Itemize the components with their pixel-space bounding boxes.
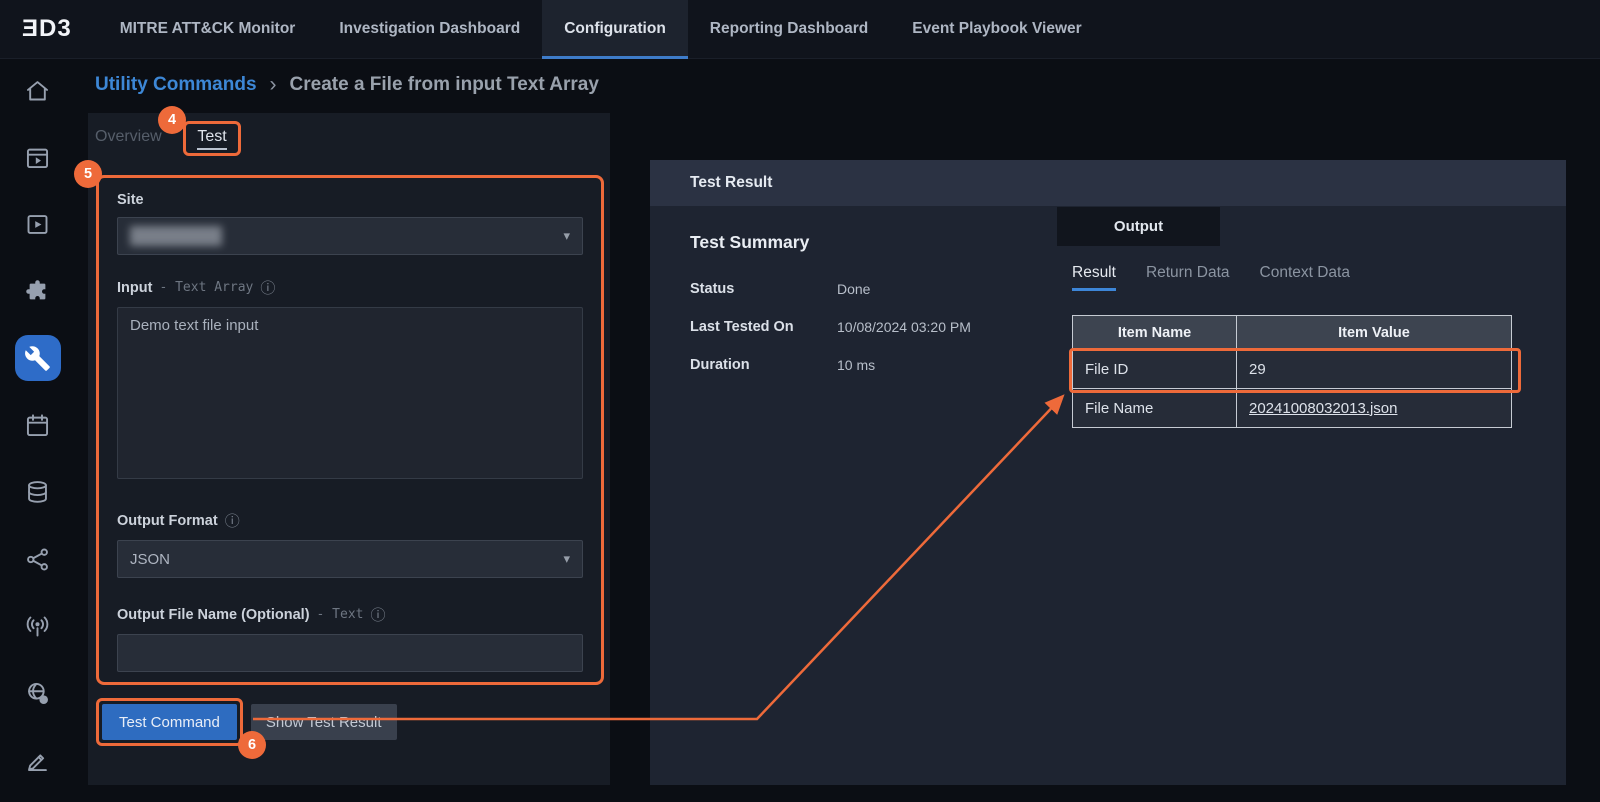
- nav-configuration[interactable]: Configuration: [542, 0, 688, 59]
- site-selected-value-redacted: [130, 226, 222, 246]
- table-row-file-id: File ID 29: [1073, 350, 1512, 389]
- status-value: Done: [837, 281, 971, 297]
- test-command-button[interactable]: Test Command: [102, 704, 237, 740]
- last-tested-on-label: Last Tested On: [690, 319, 837, 335]
- test-summary-title: Test Summary: [690, 232, 809, 253]
- chevron-down-icon: ▾: [563, 228, 570, 244]
- signature-document-icon[interactable]: [15, 737, 61, 783]
- item-value-header: Item Value: [1237, 316, 1512, 350]
- nav-event-playbook-viewer[interactable]: Event Playbook Viewer: [890, 0, 1103, 59]
- breadcrumb-chevron-icon: ›: [270, 73, 277, 97]
- show-test-result-button[interactable]: Show Test Result: [251, 704, 397, 740]
- input-field-type-hint: - Text Array: [159, 280, 253, 295]
- file-name-link[interactable]: 20241008032013.json: [1249, 400, 1397, 417]
- item-name-header: Item Name: [1073, 316, 1237, 350]
- icon-sidebar: [0, 59, 75, 802]
- annotation-badge-6: 6: [238, 731, 266, 759]
- duration-label: Duration: [690, 357, 837, 373]
- status-label: Status: [690, 281, 837, 297]
- annotation-badge-4: 4: [158, 106, 186, 134]
- broadcast-icon[interactable]: [15, 603, 61, 649]
- test-tab-annotation-box: Test: [183, 121, 241, 156]
- output-format-selected-value: JSON: [130, 551, 170, 568]
- test-result-panel: Test Result Test Summary Status Done Las…: [650, 160, 1566, 785]
- site-field-label: Site: [117, 192, 144, 208]
- test-result-header: Test Result: [650, 160, 1566, 206]
- test-command-annotation-box: Test Command: [96, 698, 243, 746]
- output-file-name-label: Output File Name (Optional): [117, 607, 310, 623]
- nav-mitre-attack-monitor[interactable]: MITRE ATT&CK Monitor: [98, 0, 318, 59]
- calendar-play-icon[interactable]: [15, 134, 61, 180]
- file-name-value-cell: 20241008032013.json: [1237, 389, 1512, 428]
- test-form-annotation-box: Site ▾ Input - Text Array ⓘ Demo text fi…: [96, 175, 604, 685]
- tab-test[interactable]: Test: [197, 128, 226, 150]
- site-select[interactable]: ▾: [117, 217, 583, 255]
- input-info-icon[interactable]: ⓘ: [260, 277, 275, 298]
- subtab-context-data[interactable]: Context Data: [1260, 264, 1350, 291]
- subtab-result[interactable]: Result: [1072, 264, 1116, 291]
- output-file-name-type-hint: - Text: [317, 607, 364, 622]
- nav-investigation-dashboard[interactable]: Investigation Dashboard: [317, 0, 542, 59]
- table-row-file-name: File Name 20241008032013.json: [1073, 389, 1512, 428]
- test-result-title: Test Result: [690, 174, 772, 192]
- input-textarea[interactable]: Demo text file input: [117, 307, 583, 479]
- result-table: Item Name Item Value File ID 29 File Nam…: [1072, 315, 1512, 428]
- video-player-icon[interactable]: [15, 201, 61, 247]
- test-summary-grid: Status Done Last Tested On 10/08/2024 03…: [690, 281, 971, 373]
- calendar-icon[interactable]: [15, 402, 61, 448]
- output-subtabs: Result Return Data Context Data: [1072, 264, 1350, 291]
- output-format-info-icon[interactable]: ⓘ: [225, 510, 240, 531]
- output-tab[interactable]: Output: [1057, 207, 1220, 246]
- d3-logo[interactable]: ƎD3: [22, 15, 72, 43]
- output-file-name-input[interactable]: [117, 634, 583, 672]
- share-nodes-icon[interactable]: [15, 536, 61, 582]
- annotation-badge-5: 5: [74, 160, 102, 188]
- file-id-value-cell: 29: [1237, 350, 1512, 389]
- output-file-name-info-icon[interactable]: ⓘ: [371, 604, 386, 625]
- home-icon[interactable]: [15, 67, 61, 113]
- last-tested-on-value: 10/08/2024 03:20 PM: [837, 319, 971, 335]
- utility-commands-wrench-icon[interactable]: [15, 335, 61, 381]
- breadcrumb: Utility Commands › Create a File from in…: [75, 59, 599, 111]
- integrations-puzzle-icon[interactable]: [15, 268, 61, 314]
- output-format-label: Output Format: [117, 513, 218, 529]
- duration-value: 10 ms: [837, 357, 971, 373]
- output-format-select[interactable]: JSON ▾: [117, 540, 583, 578]
- chevron-down-icon: ▾: [563, 551, 570, 567]
- input-field-label: Input: [117, 280, 152, 296]
- file-id-name-cell: File ID: [1073, 350, 1237, 389]
- nav-reporting-dashboard[interactable]: Reporting Dashboard: [688, 0, 890, 59]
- file-name-name-cell: File Name: [1073, 389, 1237, 428]
- tab-overview[interactable]: Overview: [95, 128, 162, 146]
- top-navigation: ƎD3 MITRE ATT&CK Monitor Investigation D…: [0, 0, 1600, 59]
- breadcrumb-utility-commands-link[interactable]: Utility Commands: [95, 74, 257, 96]
- subtab-return-data[interactable]: Return Data: [1146, 264, 1230, 291]
- breadcrumb-current-page: Create a File from input Text Array: [290, 74, 599, 96]
- database-icon[interactable]: [15, 469, 61, 515]
- globe-user-icon[interactable]: [15, 670, 61, 716]
